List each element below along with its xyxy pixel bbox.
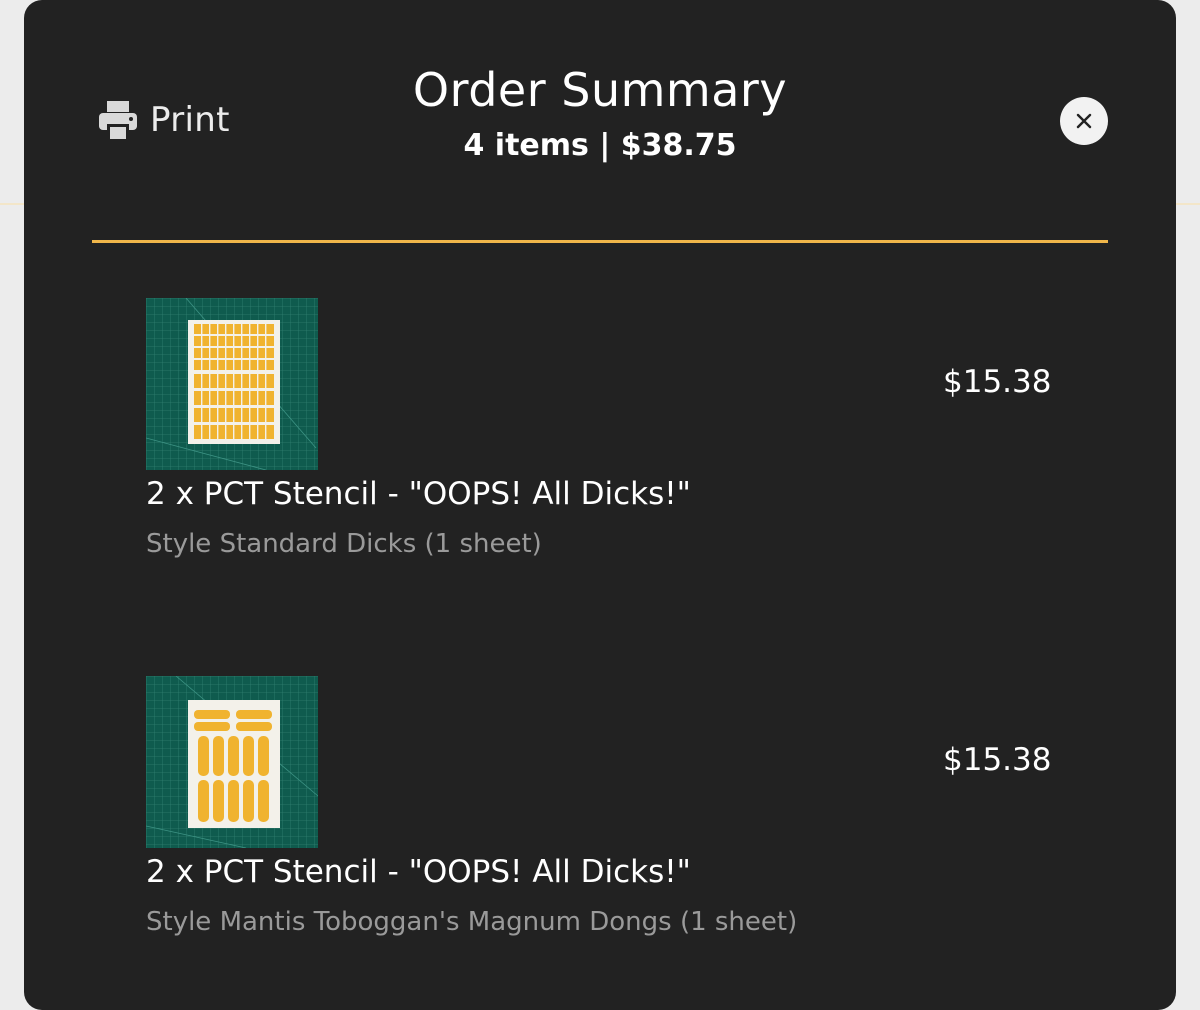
modal-title: Order Summary	[412, 63, 788, 117]
header-divider	[92, 240, 1108, 243]
order-item: 2 x PCT Stencil - "OOPS! All Dicks!" Sty…	[146, 298, 1051, 560]
item-price: $15.38	[943, 364, 1052, 400]
close-icon	[1076, 113, 1092, 129]
product-thumbnail-magnum	[146, 676, 318, 848]
product-thumbnail-standard	[146, 298, 318, 470]
item-name: 2 x PCT Stencil - "OOPS! All Dicks!"	[146, 854, 691, 890]
modal-header: Order Summary 4 items | $38.75	[24, 62, 1176, 164]
item-style: Style Standard Dicks (1 sheet)	[146, 529, 542, 559]
order-summary-modal: Print Order Summary 4 items | $38.75 2 x…	[24, 0, 1176, 1010]
order-totals: 4 items | $38.75	[463, 128, 737, 163]
item-price: $15.38	[943, 742, 1052, 778]
item-name: 2 x PCT Stencil - "OOPS! All Dicks!"	[146, 476, 691, 512]
close-button[interactable]	[1060, 97, 1108, 145]
item-style: Style Mantis Toboggan's Magnum Dongs (1 …	[146, 907, 798, 937]
order-item: 2 x PCT Stencil - "OOPS! All Dicks!" Sty…	[146, 676, 1051, 938]
